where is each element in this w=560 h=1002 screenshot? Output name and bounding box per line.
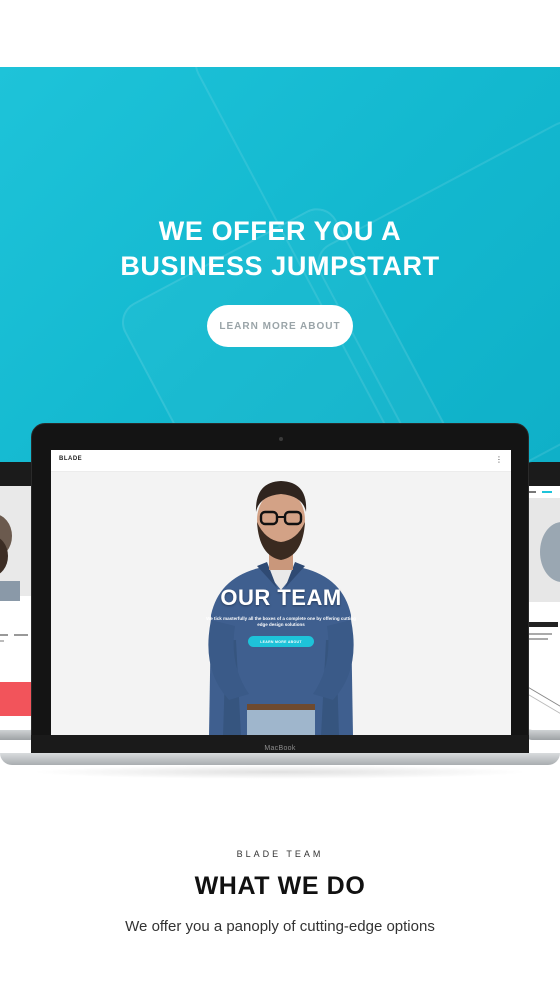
- laptop-screen: BLADE ⋮ OUR TEAM We tick masterfully all…: [51, 450, 511, 736]
- screen-title: OUR TEAM: [220, 585, 342, 610]
- screen-logo: BLADE: [59, 456, 83, 462]
- laptop-shadow: [30, 765, 530, 779]
- screen-learn-more-button[interactable]: LEARN MORE ABOUT: [248, 636, 314, 647]
- learn-more-button[interactable]: LEARN MORE ABOUT: [207, 305, 353, 347]
- section-kicker: BLADE TEAM: [236, 849, 324, 859]
- laptop-brand-label: MacBook: [264, 745, 296, 752]
- hero-title-line1: WE OFFER YOU A: [158, 216, 402, 246]
- screen-subtitle: We tick masterfully all the boxes of a c…: [206, 616, 356, 627]
- screen-navbar: BLADE ⋮: [51, 450, 511, 472]
- section-description: We offer you a panoply of cutting-edge o…: [125, 918, 435, 935]
- camera-dot: [279, 437, 283, 441]
- dots-vertical-icon[interactable]: ⋮: [495, 455, 503, 464]
- laptop-frame: BLADE ⋮ OUR TEAM We tick masterfully all…: [31, 423, 529, 753]
- hero-title: WE OFFER YOU A BUSINESS JUMPSTART: [0, 214, 560, 284]
- hero-title-line2: BUSINESS JUMPSTART: [120, 251, 440, 281]
- section-title: WHAT WE DO: [194, 872, 366, 900]
- right-device-base: [526, 730, 560, 740]
- laptop-base: [0, 753, 560, 765]
